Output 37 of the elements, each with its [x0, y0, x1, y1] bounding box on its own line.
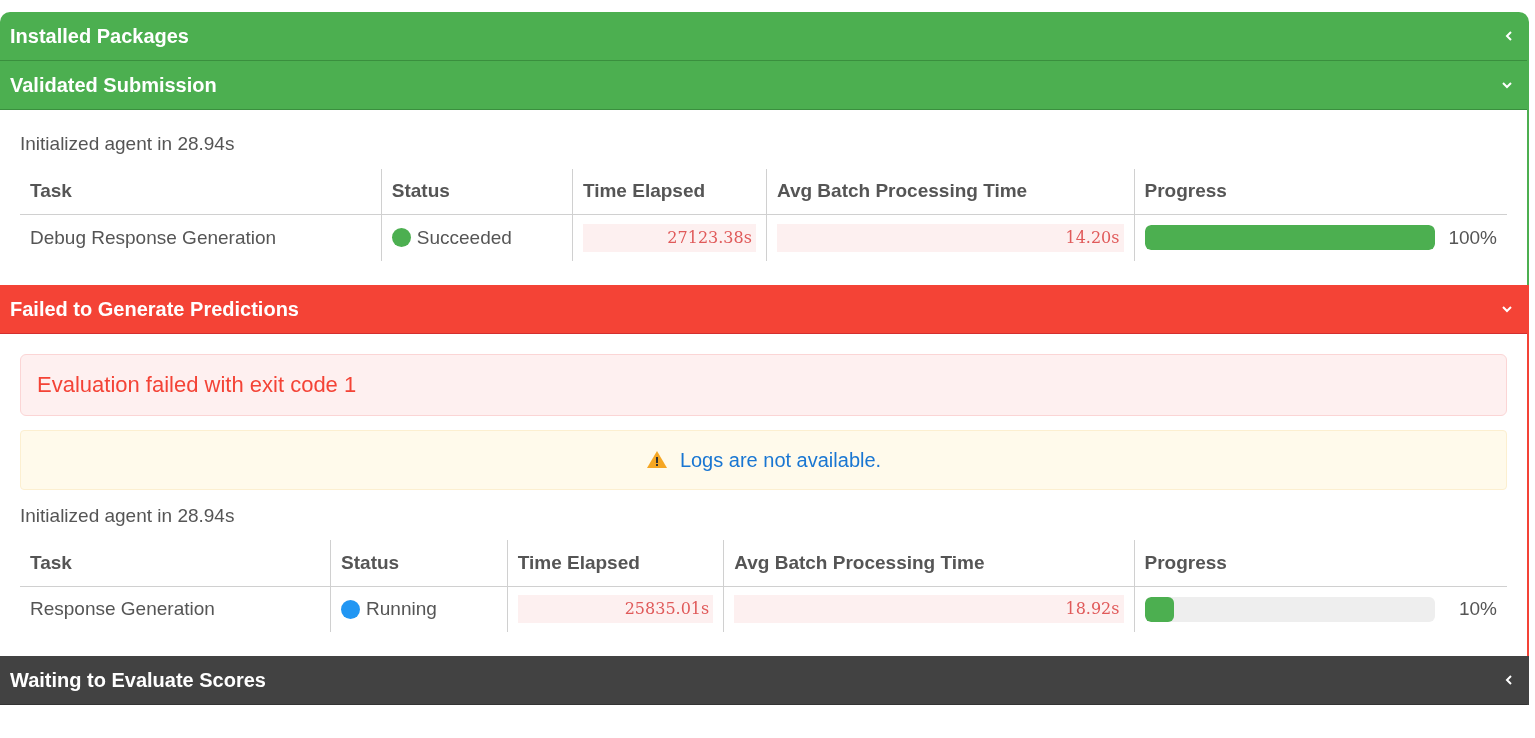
chevron-left-icon	[1505, 674, 1513, 686]
error-alert: Evaluation failed with exit code 1	[20, 353, 1507, 416]
chevron-down-icon	[1501, 304, 1513, 313]
batch-time-value: 14.20s	[776, 223, 1124, 252]
init-text: Initialized agent in 28.94s	[20, 132, 236, 156]
task-name: Debug Response Generation	[30, 226, 277, 248]
column-header: Progress	[1144, 180, 1227, 201]
task-name: Response Generation	[30, 598, 215, 619]
column-header: Avg Batch Processing Time	[776, 180, 1028, 201]
column-header: Status	[341, 551, 400, 573]
logs-message: Logs are not available.	[679, 447, 882, 473]
section-header[interactable]: Waiting to Evaluate Scores	[0, 656, 1527, 705]
warning-icon	[645, 450, 668, 469]
status-text: Succeeded	[416, 225, 512, 250]
section-title: Failed to Generate Predictions	[10, 296, 299, 322]
progress-percent: 100%	[1447, 225, 1497, 250]
section-header[interactable]: Failed to Generate Predictions	[0, 284, 1527, 334]
chevron-left-icon	[1505, 30, 1513, 42]
column-header: Task	[30, 180, 72, 201]
section-title: Installed Packages	[10, 24, 189, 49]
init-text: Initialized agent in 28.94s	[20, 503, 236, 528]
column-header: Progress	[1144, 551, 1227, 573]
progress-percent: 10%	[1457, 597, 1497, 621]
column-header: Avg Batch Processing Time	[734, 551, 985, 573]
section-title: Waiting to Evaluate Scores	[10, 668, 266, 693]
time-value: 27123.38s	[582, 223, 756, 252]
column-header: Task	[30, 551, 72, 573]
column-header: Time Elapsed	[582, 180, 706, 201]
section-title: Validated Submission	[10, 73, 217, 98]
batch-time-value: 18.92s	[734, 595, 1124, 624]
section-header[interactable]: Installed Packages	[0, 12, 1527, 61]
chevron-down-icon	[1501, 81, 1513, 89]
column-header: Status	[391, 180, 450, 201]
time-value: 25835.01s	[517, 595, 714, 624]
status-text: Running	[366, 597, 437, 621]
column-header: Time Elapsed	[517, 551, 640, 573]
section-header[interactable]: Validated Submission	[0, 61, 1527, 110]
